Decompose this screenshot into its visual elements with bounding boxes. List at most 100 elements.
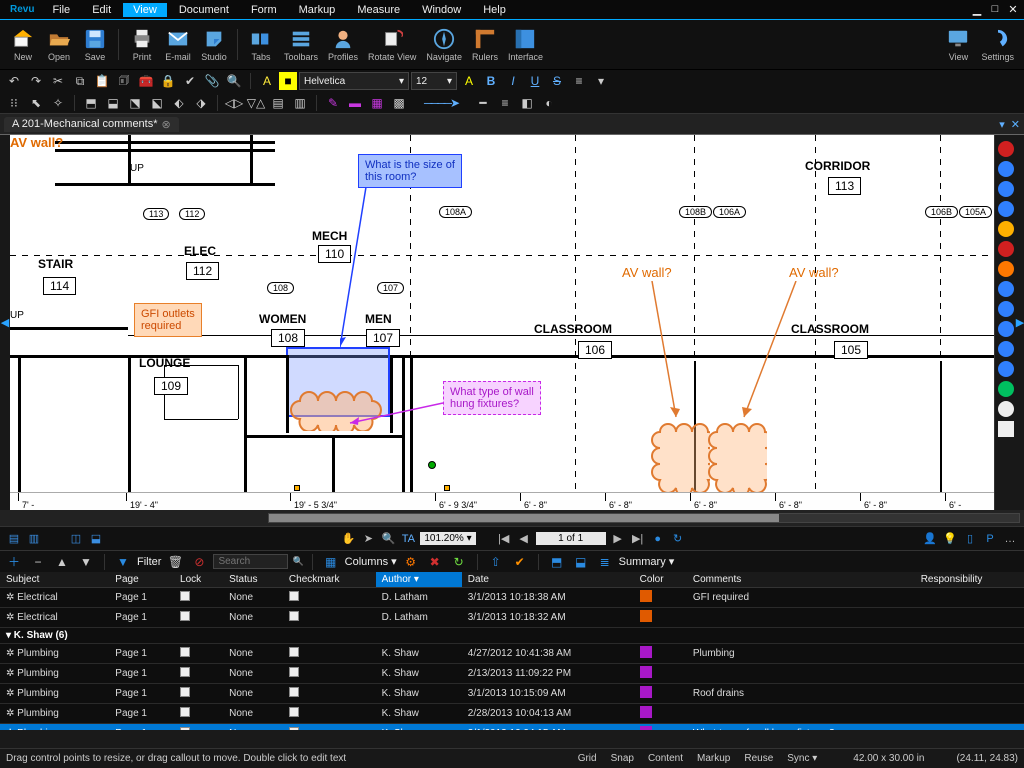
add-markup-icon[interactable]: ＋ [4,553,24,571]
window-min-icon[interactable]: ▁ [970,3,984,16]
pan-icon[interactable]: ✋ [340,532,356,545]
tool-highlight-icon[interactable] [998,201,1014,217]
callout-gfi[interactable]: GFI outlets required [134,303,202,337]
text-color-icon[interactable]: A [459,72,479,90]
idea-icon[interactable]: 💡 [942,532,958,545]
toggle-content[interactable]: Content [644,753,687,764]
redo-icon[interactable]: ↷ [26,72,46,90]
tool-image-icon[interactable] [998,401,1014,417]
zoom-icon[interactable]: 🔍 [380,532,396,545]
expand-icon[interactable]: ▲ [52,553,72,571]
trash-icon[interactable]: 🗑 [165,553,185,571]
toggle-snap[interactable]: Snap [607,753,638,764]
left-tray-handle[interactable]: ◀ [0,135,10,510]
split-h-icon[interactable]: ◫ [68,532,84,545]
tool-more-icon[interactable] [998,421,1014,437]
bookmarks-icon[interactable]: ▥ [26,532,42,545]
col-checkmark[interactable]: Checkmark [283,572,376,588]
wand-icon[interactable]: ✧ [48,94,68,112]
toolchest-icon[interactable]: 🧰 [136,72,156,90]
menu-window[interactable]: Window [412,3,471,17]
col-page[interactable]: Page [109,572,174,588]
profile-small-icon[interactable]: 👤 [922,532,938,545]
align-left-icon[interactable]: ≡ [569,72,589,90]
columns-label[interactable]: Columns ▾ [345,555,397,568]
last-page-icon[interactable]: ▶| [630,532,646,545]
interface-button[interactable]: Interface [504,27,547,62]
tool-note-icon[interactable] [998,181,1014,197]
cap-style-icon[interactable]: ◐ [539,94,559,112]
view-button[interactable]: View [941,27,975,62]
bring-front-icon[interactable]: ▤ [268,94,288,112]
hatch-icon[interactable]: ▩ [389,94,409,112]
font-color-icon[interactable]: A [257,72,277,90]
save-button[interactable]: Save [78,27,112,62]
tool-pen-icon[interactable] [998,221,1014,237]
menu-help[interactable]: Help [473,3,516,17]
panel-toggle-icon[interactable]: ▾ [999,118,1005,131]
summary-dropdown[interactable]: Summary ▾ [619,555,675,568]
menu-document[interactable]: Document [169,3,239,17]
line-width-icon[interactable]: ≡ [495,94,515,112]
align-top-obj-icon[interactable]: ⬕ [147,94,167,112]
page-indicator[interactable]: 1 of 1 [536,532,606,545]
profiles-button[interactable]: Profiles [324,27,362,62]
print-button[interactable]: Print [125,27,159,62]
font-family-combo[interactable]: Helvetica▾ [299,72,409,90]
thumbnails-icon[interactable]: ▤ [6,532,22,545]
tool-red-icon[interactable] [998,141,1014,157]
underline-icon[interactable]: U [525,72,545,90]
callout-size-room[interactable]: What is the size of this room? [358,154,462,188]
search-icon[interactable]: 🔍 [224,72,244,90]
col-subject[interactable]: Subject [0,572,109,588]
remove-markup-icon[interactable]: − [28,553,48,571]
col-responsibility[interactable]: Responsibility [915,572,1024,588]
menu-file[interactable]: File [42,3,80,17]
more-nav-icon[interactable]: … [1002,533,1018,545]
refresh-icon[interactable]: ↻ [449,553,469,571]
toggle-markup[interactable]: Markup [693,753,734,764]
group-row[interactable]: ▾ K. Shaw (6) [0,628,1024,644]
h-scrollbar[interactable] [0,510,1024,526]
rulers-button[interactable]: Rulers [468,27,502,62]
highlight-icon[interactable]: ■ [279,72,297,90]
send-back-icon[interactable]: ▥ [290,94,310,112]
bold-icon[interactable]: B [481,72,501,90]
markup-row[interactable]: ✲ PlumbingPage 1NoneK. Shaw4/27/2012 10:… [0,644,1024,664]
avwall-text-1[interactable]: AV wall? [10,135,63,150]
columns-icon[interactable]: ▦ [321,553,341,571]
col-comments[interactable]: Comments [687,572,915,588]
next-page-icon[interactable]: ▶ [610,532,626,545]
menu-measure[interactable]: Measure [347,3,410,17]
more-icon[interactable]: ▾ [591,72,611,90]
menu-edit[interactable]: Edit [82,3,121,17]
line-color-icon[interactable]: ▬ [345,94,365,112]
markups-table[interactable]: SubjectPageLockStatusCheckmarkAuthor ▾Da… [0,572,1024,730]
align-bottom-obj-icon[interactable]: ⬗ [191,94,211,112]
prev-page-icon[interactable]: ◀ [516,532,532,545]
tabs-button[interactable]: Tabs [244,27,278,62]
paste-icon[interactable]: 📋 [92,72,112,90]
email-button[interactable]: E-mail [161,27,195,62]
align-right-obj-icon[interactable]: ⬔ [125,94,145,112]
opacity-icon[interactable]: ◧ [517,94,537,112]
col-author[interactable]: Author ▾ [376,572,462,588]
markup-row[interactable]: ✲ ElectricalPage 1NoneD. Latham3/1/2013 … [0,588,1024,608]
strikethrough-icon[interactable]: S [547,72,567,90]
callout-walltype[interactable]: What type of wall hung fixtures? [443,381,541,415]
tool-polygon-icon[interactable] [998,321,1014,337]
line-style-icon[interactable]: ━ [473,94,493,112]
font-size-combo[interactable]: 12▾ [411,72,457,90]
highlight-tool-icon[interactable]: ✎ [323,94,343,112]
align-group-icon[interactable]: ⁝⁝ [4,94,24,112]
copy-icon[interactable]: ⧉ [70,72,90,90]
drawing-canvas[interactable]: What is the size of this room? GFI outle… [10,135,994,510]
tool-polyline-icon[interactable] [998,341,1014,357]
toggle-sync[interactable]: Sync ▾ [783,753,821,764]
fill-color-icon[interactable]: ▦ [367,94,387,112]
import-icon[interactable]: ⬓ [571,553,591,571]
markup-row[interactable]: ✲ PlumbingPage 1NoneK. Shaw2/13/2013 11:… [0,664,1024,684]
col-status[interactable]: Status [223,572,283,588]
undo-icon[interactable]: ↶ [4,72,24,90]
avwall-label-2[interactable]: AV wall? [789,265,839,280]
